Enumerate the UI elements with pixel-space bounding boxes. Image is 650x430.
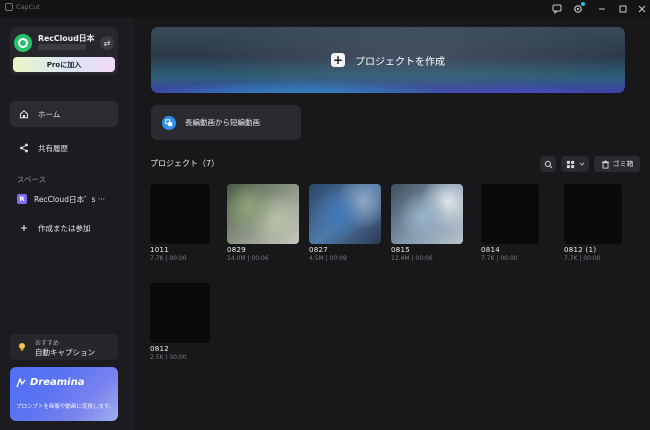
share-icon: [18, 142, 30, 154]
project-name: 0829: [227, 246, 247, 254]
dreamina-title: Dreamina: [16, 377, 84, 388]
create-project-label: プロジェクトを作成: [355, 56, 445, 68]
sidebar-item-label: ホーム: [38, 109, 61, 119]
project-meta: 4.5M | 00:09: [309, 255, 347, 262]
sidebar-item-shared-history[interactable]: 共有履歴: [10, 135, 118, 161]
app-title: CapCut: [5, 3, 40, 11]
create-or-join-label: 作成または参加: [38, 223, 91, 233]
spaces-section-label: スペース: [17, 175, 47, 184]
account-id-redacted: [38, 44, 86, 50]
settings-gear-icon[interactable]: [572, 2, 585, 15]
sidebar: RecCloud日本 ⇄ Proに加入 ホーム 共有履歴 スペース R RecC…: [0, 18, 134, 430]
space-name: RecCloud日本゛s ···: [34, 194, 105, 204]
main-content: + プロジェクトを作成 長編動画から短編動画 プロジェクト（7） ゴミ箱 101…: [134, 18, 650, 430]
project-meta: 7.7K | 00:00: [150, 255, 187, 262]
project-thumbnail[interactable]: [150, 184, 210, 244]
project-thumbnail[interactable]: [481, 184, 539, 244]
switch-account-icon[interactable]: ⇄: [100, 36, 114, 50]
caption-recommend-label: おすすめ: [35, 340, 60, 347]
project-name: 0815: [391, 246, 411, 254]
project-thumbnail[interactable]: [227, 184, 299, 244]
auto-caption-label: 自動キャプション: [35, 348, 95, 357]
close-icon[interactable]: [636, 3, 648, 15]
project-name: 0812 (1): [564, 246, 597, 254]
capcut-logo-icon: [5, 3, 13, 11]
create-project-banner[interactable]: + プロジェクトを作成: [151, 27, 625, 93]
project-name: 1011: [150, 246, 170, 254]
project-name: 0814: [481, 246, 501, 254]
space-badge: R: [17, 194, 27, 204]
search-icon: [544, 160, 552, 168]
project-name: 0827: [309, 246, 329, 254]
plus-icon: +: [331, 53, 345, 67]
sidebar-item-label: 共有履歴: [38, 143, 68, 153]
trash-button[interactable]: ゴミ箱: [594, 156, 640, 172]
account-name: RecCloud日本: [38, 34, 95, 43]
dreamina-logo-icon: [16, 377, 26, 387]
avatar[interactable]: [14, 34, 32, 52]
lightbulb-icon: [19, 343, 25, 351]
notification-dot: [581, 2, 585, 6]
view-toggle-button[interactable]: [561, 156, 589, 172]
project-meta: 14.0M | 00:06: [227, 255, 269, 262]
project-meta: 7.7K | 00:00: [564, 255, 601, 262]
project-thumbnail[interactable]: [150, 283, 210, 343]
project-thumbnail[interactable]: [309, 184, 381, 244]
maximize-icon[interactable]: [617, 3, 629, 15]
project-meta: 12.4M | 00:06: [391, 255, 433, 262]
feedback-icon[interactable]: [551, 3, 563, 15]
chevron-down-icon: [579, 162, 584, 166]
projects-heading: プロジェクト（7）: [150, 159, 220, 168]
grid-view-icon: [566, 160, 574, 168]
sidebar-item-space[interactable]: R RecCloud日本゛s ···: [10, 186, 118, 212]
trash-icon: [601, 160, 609, 169]
project-thumbnail[interactable]: [564, 184, 622, 244]
dreamina-promo-card[interactable]: Dreamina プロンプトを画像や動画に変換します。: [10, 367, 118, 421]
minimize-icon[interactable]: [596, 3, 608, 15]
project-name: 0812: [150, 345, 170, 353]
account-card: RecCloud日本 ⇄ Proに加入: [10, 27, 118, 75]
plus-icon: [18, 222, 30, 234]
auto-caption-card[interactable]: おすすめ 自動キャプション: [10, 334, 118, 360]
project-thumbnail[interactable]: [391, 184, 463, 244]
project-meta: 7.7K | 00:00: [481, 255, 518, 262]
long-to-short-label: 長編動画から短編動画: [185, 118, 260, 127]
app-name: CapCut: [16, 3, 40, 11]
title-bar: CapCut: [0, 0, 650, 18]
dreamina-description: プロンプトを画像や動画に変換します。: [16, 404, 115, 410]
trash-label: ゴミ箱: [612, 160, 634, 168]
project-meta: 2.5K | 00:00: [150, 354, 187, 361]
home-icon: [18, 108, 30, 120]
long-to-short-video-button[interactable]: 長編動画から短編動画: [151, 105, 301, 140]
pro-subscribe-button[interactable]: Proに加入: [13, 57, 115, 72]
create-or-join-button[interactable]: 作成または参加: [10, 215, 118, 241]
long-to-short-icon: [162, 115, 176, 130]
search-button[interactable]: [540, 156, 556, 172]
sidebar-item-home[interactable]: ホーム: [10, 101, 118, 127]
